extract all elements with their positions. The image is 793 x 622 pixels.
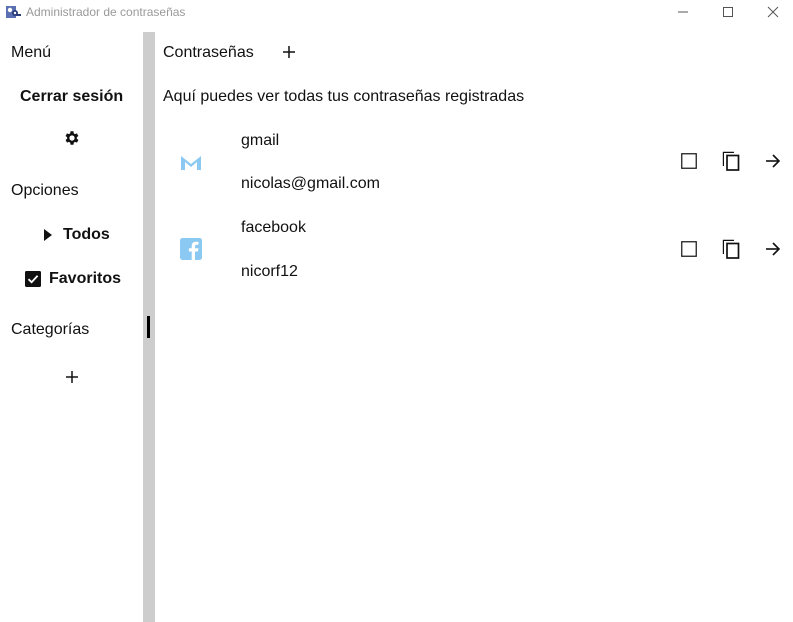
open-entry-button[interactable] bbox=[762, 150, 784, 172]
page-subtitle: Aquí puedes ver todas tus contraseñas re… bbox=[163, 88, 525, 105]
entry-user: nicorf12 bbox=[241, 263, 298, 280]
plus-icon bbox=[283, 46, 295, 58]
password-entry[interactable]: facebook nicorf12 bbox=[155, 208, 793, 294]
checkbox-checked-icon[interactable] bbox=[25, 271, 41, 287]
maximize-icon bbox=[723, 7, 733, 17]
logout-button[interactable]: Cerrar sesión bbox=[20, 88, 123, 106]
open-entry-button[interactable] bbox=[762, 238, 784, 260]
entry-service: gmail bbox=[241, 132, 280, 149]
minimize-icon bbox=[678, 11, 688, 13]
categories-heading: Categorías bbox=[11, 321, 90, 338]
filter-all[interactable]: Todos bbox=[41, 226, 141, 250]
settings-button[interactable] bbox=[63, 129, 81, 147]
filter-favorites[interactable]: Favoritos bbox=[24, 270, 142, 295]
window-title: Administrador de contraseñas bbox=[26, 5, 186, 19]
password-entry[interactable]: gmail nicolas@gmail.com bbox=[155, 120, 793, 206]
favorite-checkbox[interactable] bbox=[678, 238, 700, 260]
checkbox-empty-icon bbox=[681, 241, 697, 257]
caret-right-icon bbox=[44, 229, 52, 241]
gear-icon bbox=[65, 131, 79, 145]
add-password-button[interactable] bbox=[282, 45, 297, 60]
close-button[interactable] bbox=[750, 0, 793, 24]
checkbox-empty-icon bbox=[681, 153, 697, 169]
plus-icon bbox=[66, 371, 78, 383]
filter-all-label: Todos bbox=[63, 226, 110, 243]
keys-app-icon bbox=[6, 6, 21, 18]
filter-favorites-label: Favoritos bbox=[49, 270, 122, 287]
copy-button[interactable] bbox=[720, 238, 742, 260]
close-icon bbox=[767, 6, 779, 18]
title-bar: Administrador de contraseñas bbox=[0, 0, 793, 24]
gmail-icon bbox=[181, 156, 201, 170]
page-title: Contraseñas bbox=[163, 44, 254, 61]
splitter-grip[interactable] bbox=[147, 316, 150, 338]
menu-heading: Menú bbox=[11, 44, 52, 61]
arrow-right-icon bbox=[766, 242, 781, 256]
main-panel: Contraseñas Aquí puedes ver todas tus co… bbox=[155, 32, 793, 622]
arrow-right-icon bbox=[766, 154, 781, 168]
options-heading: Opciones bbox=[11, 182, 79, 199]
maximize-button[interactable] bbox=[705, 0, 751, 24]
entry-service: facebook bbox=[241, 219, 306, 236]
add-category-button[interactable] bbox=[65, 370, 80, 385]
favorite-checkbox[interactable] bbox=[678, 150, 700, 172]
sidebar: Menú Cerrar sesión Opciones Todos Favori… bbox=[0, 32, 143, 622]
copy-button[interactable] bbox=[720, 150, 742, 172]
copy-icon bbox=[722, 239, 740, 259]
copy-icon bbox=[722, 151, 740, 171]
minimize-button[interactable] bbox=[660, 0, 706, 24]
entry-user: nicolas@gmail.com bbox=[241, 175, 380, 192]
facebook-icon bbox=[180, 238, 202, 260]
